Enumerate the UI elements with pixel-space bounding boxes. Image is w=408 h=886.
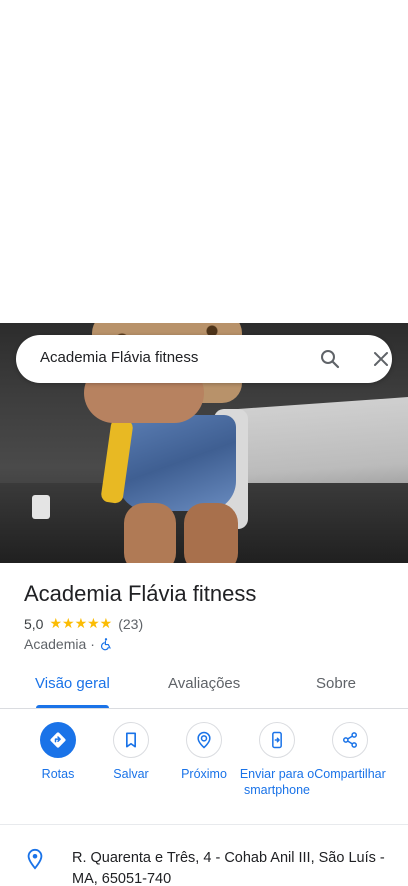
search-icon[interactable]	[318, 347, 342, 371]
tab-about[interactable]: Sobre	[316, 675, 356, 692]
place-title: Academia Flávia fitness	[24, 581, 257, 606]
tab-reviews[interactable]: Avaliações	[168, 675, 240, 692]
rating-score: 5,0	[24, 615, 44, 632]
tab-overview[interactable]: Visão geral	[35, 675, 110, 692]
nearby-icon	[197, 731, 211, 749]
send-to-phone-icon	[272, 731, 282, 749]
divider	[0, 824, 408, 825]
share-button[interactable]: Compartilhar	[307, 722, 393, 782]
location-pin-icon	[27, 848, 43, 870]
rating-stars: ★★★★★	[49, 615, 113, 631]
action-buttons: Rotas Salvar Próximo Enviar para o smart…	[0, 722, 408, 822]
search-query[interactable]: Academia Flávia fitness	[40, 349, 198, 366]
close-icon[interactable]	[369, 347, 393, 371]
address-text: R. Quarenta e Três, 4 - Cohab Anil III, …	[72, 850, 385, 886]
separator: ·	[90, 636, 95, 652]
wheelchair-accessible-icon	[100, 638, 111, 651]
maps-place-page: Academia Flávia fitness Academia Flávia …	[0, 0, 408, 886]
active-tab-indicator	[36, 705, 109, 708]
bookmark-icon	[126, 732, 136, 748]
search-bar[interactable]: Academia Flávia fitness	[16, 335, 392, 383]
share-label: Compartilhar	[314, 767, 386, 781]
place-category: Academia	[24, 636, 87, 652]
share-icon	[343, 732, 357, 748]
directions-icon	[50, 732, 66, 748]
category-row: Academia ·	[24, 636, 113, 652]
review-count[interactable]: (23)	[118, 616, 143, 632]
place-tabs: Visão geral Avaliações Sobre	[0, 665, 408, 709]
rating-row[interactable]: 5,0 ★★★★★ (23)	[24, 615, 143, 632]
